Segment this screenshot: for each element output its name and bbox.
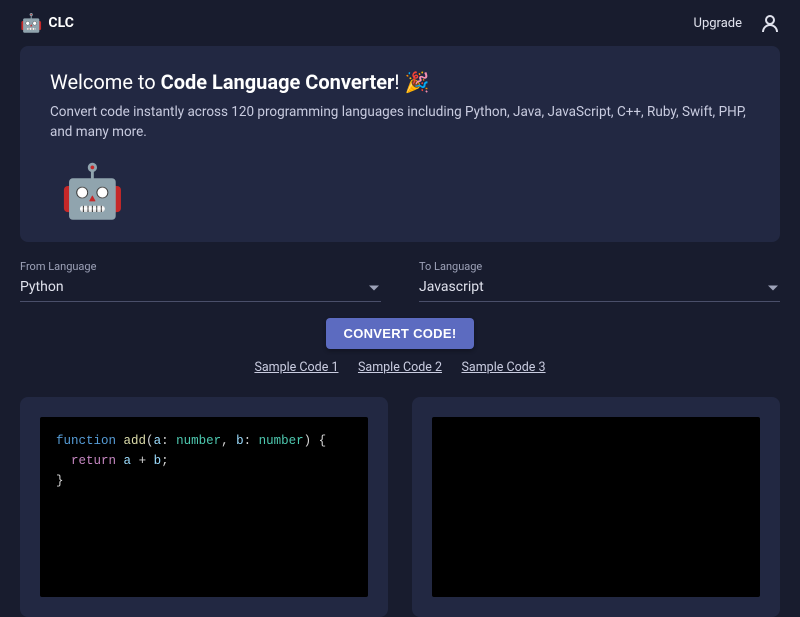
code-token: ) { — [304, 434, 327, 448]
code-token: b — [236, 434, 244, 448]
code-token: ; — [161, 454, 169, 468]
to-language-label: To Language — [419, 260, 780, 273]
code-token: return — [71, 454, 116, 468]
header-actions: Upgrade — [694, 13, 780, 33]
welcome-prefix: Welcome to — [50, 70, 161, 94]
chevron-down-icon — [768, 285, 778, 290]
sample-code-3[interactable]: Sample Code 3 — [462, 360, 546, 375]
brand-emoji: 🤖 — [20, 13, 42, 34]
code-token: add — [124, 434, 147, 448]
code-token: a — [124, 454, 132, 468]
code-panels: function add(a: number, b: number) { ret… — [20, 397, 780, 617]
from-language-value: Python — [20, 279, 64, 295]
output-panel — [412, 397, 780, 617]
code-token: a — [154, 434, 162, 448]
welcome-suffix: ! 🎉 — [394, 70, 429, 94]
welcome-title: Welcome to Code Language Converter! 🎉 — [50, 70, 750, 94]
code-token: , — [221, 434, 236, 448]
sample-code-2[interactable]: Sample Code 2 — [358, 360, 442, 375]
brand-text: CLC — [48, 15, 73, 31]
from-language-label: From Language — [20, 260, 381, 273]
code-token: : — [244, 434, 259, 448]
code-token: } — [56, 474, 64, 488]
code-token: number — [176, 434, 221, 448]
code-token: : — [161, 434, 176, 448]
convert-button[interactable]: CONVERT CODE! — [326, 318, 475, 349]
from-language-select[interactable]: From Language Python — [20, 260, 381, 302]
chevron-down-icon — [369, 285, 379, 290]
code-token: + — [139, 454, 147, 468]
code-token: ( — [146, 434, 154, 448]
code-token: function — [56, 434, 116, 448]
robot-icon: 🤖 — [60, 161, 750, 222]
convert-row: CONVERT CODE! — [20, 318, 780, 349]
main-content: Welcome to Code Language Converter! 🎉 Co… — [0, 46, 800, 617]
app-header: 🤖 CLC Upgrade — [0, 0, 800, 46]
language-selectors: From Language Python To Language Javascr… — [20, 260, 780, 302]
upgrade-link[interactable]: Upgrade — [694, 16, 742, 31]
welcome-card: Welcome to Code Language Converter! 🎉 Co… — [20, 46, 780, 242]
sample-links: Sample Code 1 Sample Code 2 Sample Code … — [20, 359, 780, 375]
account-icon[interactable] — [760, 13, 780, 33]
code-token: number — [259, 434, 304, 448]
source-panel: function add(a: number, b: number) { ret… — [20, 397, 388, 617]
welcome-bold: Code Language Converter — [161, 70, 395, 94]
to-language-select[interactable]: To Language Javascript — [419, 260, 780, 302]
sample-code-1[interactable]: Sample Code 1 — [254, 360, 338, 375]
welcome-subtitle: Convert code instantly across 120 progra… — [50, 102, 750, 143]
source-code-editor[interactable]: function add(a: number, b: number) { ret… — [40, 417, 368, 597]
to-language-value: Javascript — [419, 279, 484, 295]
output-code-editor[interactable] — [432, 417, 760, 597]
code-token: b — [154, 454, 162, 468]
brand[interactable]: 🤖 CLC — [20, 13, 74, 34]
